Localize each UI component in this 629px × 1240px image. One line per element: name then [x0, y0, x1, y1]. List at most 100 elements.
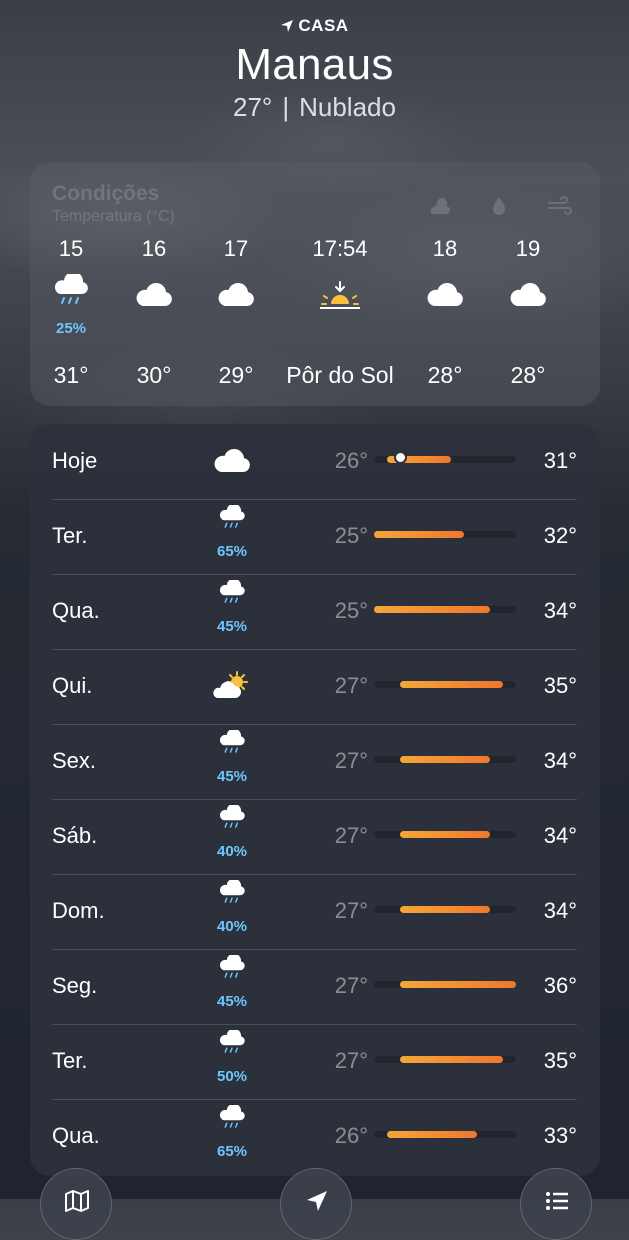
cloud-icon — [590, 280, 600, 320]
temperature-range-bar — [374, 906, 516, 913]
cloud-rain-icon — [202, 505, 262, 539]
day-name: Sex. — [52, 748, 97, 773]
cloud-rain-icon — [202, 955, 262, 989]
day-name: Qua. — [52, 1123, 100, 1148]
list-icon — [546, 1192, 568, 1210]
day-low-temp: 27° — [334, 898, 368, 923]
day-high-temp: 35° — [543, 1048, 577, 1073]
cloud-rain-icon — [202, 880, 262, 914]
temperature-range-bar — [374, 531, 516, 538]
temperature-range-bar — [374, 606, 516, 613]
day-row[interactable]: Ter. 50% 27° 35° — [52, 1024, 577, 1100]
temperature-range-fill — [399, 681, 504, 688]
day-precip-chance: 40% — [216, 843, 248, 860]
day-low-temp: 27° — [334, 673, 368, 698]
day-low-temp: 27° — [334, 823, 368, 848]
day-high-temp: 32° — [543, 523, 577, 548]
temperature-range-fill — [374, 531, 465, 538]
cloud-rain-icon — [202, 805, 262, 839]
location-arrow-icon — [281, 20, 294, 32]
current-temp-dot — [393, 451, 407, 464]
ten-day-forecast-card: Hoje 26° 31° Ter. 65% 25° 32° Qua. 45% 25° 34° Qui.… — [30, 424, 600, 1176]
day-low-temp: 27° — [334, 973, 368, 998]
current-location-button[interactable] — [280, 1168, 352, 1240]
temperature-range-bar — [374, 831, 516, 838]
cloud-rain-icon — [202, 1030, 262, 1064]
hourly-item: 19 28° — [488, 236, 568, 388]
day-name: Ter. — [52, 1048, 88, 1073]
hour-precip-chance: 25% — [55, 320, 87, 337]
hourly-item: 17:54 Pôr do Sol — [286, 236, 393, 388]
cloud-icon — [405, 280, 485, 320]
temperature-range-fill — [374, 606, 491, 613]
day-low-temp: 27° — [334, 1048, 368, 1073]
day-name: Seg. — [52, 973, 98, 998]
day-precip-chance: 45% — [216, 993, 248, 1010]
day-row[interactable]: Qua. 45% 25° 34° — [52, 574, 577, 650]
hour-time: 19 — [515, 236, 541, 261]
home-label-text: CASA — [298, 16, 349, 35]
day-low-temp: 25° — [334, 523, 368, 548]
hourly-forecast-card[interactable]: Condições Temperatura (°C) 15 25% 31° 16 30°… — [30, 162, 600, 406]
city-name: Manaus — [235, 40, 394, 89]
hourly-item: 22 — [590, 236, 600, 262]
hour-time: 17:54 — [312, 236, 368, 261]
cloud-icon — [488, 280, 568, 320]
day-precip-chance: 65% — [216, 543, 248, 560]
hour-time: 17 — [223, 236, 249, 261]
temperature-range-fill — [399, 1056, 504, 1063]
map-button[interactable] — [40, 1168, 112, 1240]
cloud-sun-icon — [426, 196, 452, 216]
hourly-item: 16 30° — [114, 236, 194, 388]
day-name: Ter. — [52, 523, 88, 548]
cloud-rain-icon — [202, 580, 262, 614]
day-row[interactable]: Qua. 65% 26° 33° — [52, 1099, 577, 1174]
day-row[interactable]: Sáb. 40% 27° 34° — [52, 799, 577, 875]
temperature-range-bar — [374, 1056, 516, 1063]
day-high-temp: 33° — [543, 1123, 577, 1148]
day-precip-chance: 50% — [216, 1068, 248, 1085]
temperature-range-bar — [374, 1131, 516, 1138]
home-location-label: CASA — [0, 16, 629, 36]
hourly-faded-header: Condições Temperatura (°C) — [52, 182, 175, 226]
day-high-temp: 34° — [543, 598, 577, 623]
day-row[interactable]: Qui. 27° 35° — [52, 649, 577, 725]
day-high-temp: 35° — [543, 673, 577, 698]
hour-temperature: Pôr do Sol — [286, 362, 394, 388]
temperature-range-fill — [399, 981, 516, 988]
temperature-range-fill — [386, 1131, 478, 1138]
locations-list-button[interactable] — [520, 1168, 592, 1240]
day-row[interactable]: Sex. 45% 27° 34° — [52, 724, 577, 800]
conditions-title: Condições — [52, 182, 160, 205]
temperature-subtitle: Temperatura (°C) — [52, 208, 175, 225]
sunset-icon — [300, 280, 380, 320]
day-name: Qua. — [52, 598, 100, 623]
day-low-temp: 26° — [334, 448, 368, 473]
drop-icon — [486, 196, 512, 216]
cloud-rain-icon — [202, 1105, 262, 1139]
day-precip-chance: 40% — [216, 918, 248, 935]
temperature-range-bar — [374, 756, 516, 763]
cloud-rain-icon — [31, 274, 111, 314]
day-row[interactable]: Seg. 45% 27° 36° — [52, 949, 577, 1025]
day-row[interactable]: Ter. 65% 25° 32° — [52, 499, 577, 575]
day-high-temp: 31° — [543, 448, 577, 473]
day-high-temp: 34° — [543, 898, 577, 923]
cloud-icon — [202, 446, 262, 480]
cloud-sun-icon — [202, 671, 262, 705]
day-name: Sáb. — [52, 823, 98, 848]
day-row[interactable]: Dom. 40% 27° 34° — [52, 874, 577, 950]
current-temperature: 27° — [233, 92, 273, 122]
day-row[interactable]: Hoje 26° 31° — [52, 424, 577, 500]
day-high-temp: 36° — [543, 973, 577, 998]
hour-time: 18 — [432, 236, 458, 261]
hour-temperature: 29° — [218, 362, 254, 388]
day-precip-chance: 45% — [216, 618, 248, 635]
summary-separator: | — [282, 92, 290, 122]
hourly-item: 17 29° — [196, 236, 276, 388]
temperature-range-fill — [399, 756, 491, 763]
cloud-icon — [114, 280, 194, 320]
faded-header-icons — [426, 196, 572, 216]
wind-icon — [546, 196, 572, 216]
hour-temperature: 2 — [570, 362, 600, 389]
